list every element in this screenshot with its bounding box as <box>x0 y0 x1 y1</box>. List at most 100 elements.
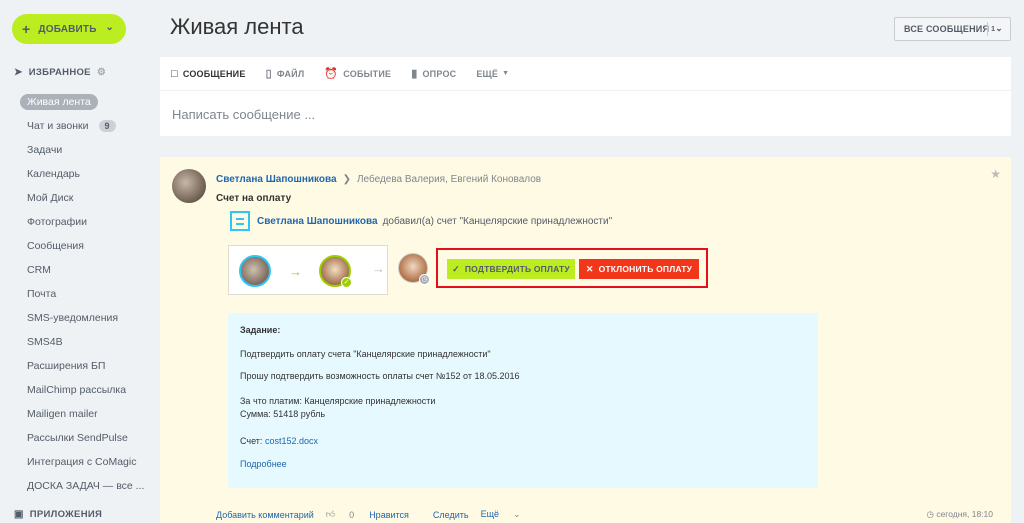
divider <box>987 22 988 36</box>
more-link[interactable]: Подробнее <box>240 459 287 469</box>
tab-message[interactable]: □ СООБЩЕНИЕ <box>171 68 246 80</box>
composer: □ СООБЩЕНИЕ ▯ ФАЙЛ ⏰ СОБЫТИЕ ▮ ОПРОС ЕЩЁ ▼ На… <box>160 57 1011 136</box>
chevron-right-icon: ❯ <box>342 174 351 185</box>
approve-label: ПОДТВЕРДИТЬ ОПЛАТУ <box>464 264 570 274</box>
sidebar-item-sms4b[interactable]: SMS4B <box>20 330 144 354</box>
filter-dropdown[interactable]: ВСЕ СООБЩЕНИЯ 1 ⌄ <box>894 17 1011 41</box>
avatar[interactable] <box>172 169 206 203</box>
arrow-right-icon: → <box>289 264 302 279</box>
tab-poll[interactable]: ▮ ОПРОС <box>411 67 456 80</box>
post-author-link[interactable]: Светлана Шапошникова <box>216 174 337 185</box>
message-icon: □ <box>171 67 178 80</box>
tab-label: ФАЙЛ <box>276 68 305 79</box>
task-line: Сумма: 51418 рубль <box>240 409 326 419</box>
poll-icon: ▮ <box>411 68 418 80</box>
reject-label: ОТКЛОНИТЬ ОПЛАТУ <box>598 264 693 274</box>
avatar[interactable]: ✓ <box>319 255 352 288</box>
post-title: Счет на оплату <box>216 193 292 204</box>
pin-icon: ➤ <box>14 67 23 78</box>
like-label: Нравится <box>369 509 409 520</box>
sidebar-item-tasks[interactable]: Задачи <box>20 138 144 162</box>
sidebar-item-label: Интеграция с CoMagic <box>27 456 137 468</box>
gear-icon[interactable]: ⚙ <box>97 67 106 78</box>
tab-more[interactable]: ЕЩЁ ▼ <box>476 69 509 79</box>
file-icon: ▯ <box>265 68 272 80</box>
plus-icon: + <box>22 21 31 37</box>
favorites-label: ИЗБРАННОЕ <box>28 67 91 78</box>
sidebar-item-label: Mailigen mailer <box>27 408 98 420</box>
invoice-icon <box>230 211 250 231</box>
sidebar-item-chat[interactable]: Чат и звонки 9 <box>20 114 144 138</box>
sidebar: + ДОБАВИТЬ ⌄ ➤ ИЗБРАННОЕ ⚙ Живая лента Ч… <box>0 0 150 523</box>
more-label: Ещё <box>480 509 499 519</box>
feed-post: ★ Светлана Шапошникова ❯ Лебедева Валери… <box>160 157 1011 523</box>
add-comment-link[interactable]: Добавить комментарий <box>216 510 314 520</box>
alarm-icon: ⏰ <box>324 68 339 80</box>
tab-label: СООБЩЕНИЕ <box>182 68 246 79</box>
favorites-header[interactable]: ➤ ИЗБРАННОЕ ⚙ <box>14 67 106 78</box>
like-button[interactable]: 👍︎ 0 Нравится <box>326 509 421 520</box>
sidebar-item-label: SMS4B <box>27 336 63 348</box>
post-footer: Добавить комментарий 👍︎ 0 Нравится Следи… <box>216 509 545 520</box>
check-icon: ✓ <box>452 263 460 274</box>
sidebar-item-crm[interactable]: CRM <box>20 258 144 282</box>
sidebar-item-label: Почта <box>27 288 57 300</box>
arrow-right-icon: → <box>372 261 385 276</box>
filter-label: ВСЕ СООБЩЕНИЯ <box>904 24 990 34</box>
post-date: ◷ сегодня, 18:10 <box>927 509 993 520</box>
chevron-down-icon: ⌄ <box>512 509 521 519</box>
invoice-file-link[interactable]: cost152.docx <box>265 436 318 446</box>
tab-label: ОПРОС <box>422 68 457 79</box>
chat-counter-badge: 9 <box>98 120 116 132</box>
reject-payment-button[interactable]: ✕ ОТКЛОНИТЬ ОПЛАТУ <box>579 259 699 279</box>
apps-label: ПРИЛОЖЕНИЯ <box>29 509 103 520</box>
tab-file[interactable]: ▯ ФАЙЛ <box>266 67 305 80</box>
sidebar-item-sms[interactable]: SMS-уведомления <box>20 306 144 330</box>
task-line: Прошу подтвердить возможность оплаты сче… <box>240 371 520 381</box>
sidebar-item-label: Чат и звонки <box>27 120 89 132</box>
add-button[interactable]: + ДОБАВИТЬ ⌄ <box>12 14 126 44</box>
sidebar-item-label: Задачи <box>27 144 63 156</box>
sidebar-item-mail[interactable]: Почта <box>20 282 144 306</box>
sidebar-item-bp-extensions[interactable]: Расширения БП <box>20 354 144 378</box>
sidebar-item-label: Рассылки SendPulse <box>27 432 128 444</box>
apps-header[interactable]: ▣ ПРИЛОЖЕНИЯ <box>14 509 102 520</box>
post-header: Светлана Шапошникова ❯ Лебедева Валерия,… <box>216 174 541 185</box>
message-input[interactable]: Написать сообщение ... <box>172 107 315 122</box>
tab-label: ЕЩЁ <box>476 68 499 79</box>
invoice-label: Счет: <box>240 436 263 446</box>
composer-tabs: □ СООБЩЕНИЕ ▯ ФАЙЛ ⏰ СОБЫТИЕ ▮ ОПРОС ЕЩЁ ▼ <box>160 57 1011 91</box>
chevron-down-icon: ⌄ <box>995 23 1003 33</box>
star-icon[interactable]: ★ <box>990 167 1001 181</box>
thumbs-up-icon: 👍︎ <box>325 509 336 519</box>
chevron-down-icon: ⌄ <box>105 22 114 33</box>
add-button-label: ДОБАВИТЬ <box>38 23 97 35</box>
approval-flow: → ✓ <box>228 245 388 295</box>
invoice-line: Счет: cost152.docx <box>240 436 318 446</box>
post-recipients: Лебедева Валерия, Евгений Коновалов <box>356 174 542 185</box>
sidebar-item-comagic[interactable]: Интеграция с CoMagic <box>20 450 144 474</box>
sidebar-item-label: Сообщения <box>27 240 84 252</box>
tab-event[interactable]: ⏰ СОБЫТИЕ <box>324 67 391 80</box>
task-line: Подтвердить оплату счета "Канцелярские п… <box>240 349 491 359</box>
activity-author-link[interactable]: Светлана Шапошникова <box>257 216 378 227</box>
sidebar-item-photos[interactable]: Фотографии <box>20 210 144 234</box>
sidebar-item-label: Фотографии <box>27 216 88 228</box>
more-menu[interactable]: Ещё ⌄ <box>481 509 533 520</box>
sidebar-item-sendpulse[interactable]: Рассылки SendPulse <box>20 426 144 450</box>
sidebar-item-label: Расширения БП <box>27 360 106 372</box>
sidebar-item-messages[interactable]: Сообщения <box>20 234 144 258</box>
sidebar-item-disk[interactable]: Мой Диск <box>20 186 144 210</box>
sidebar-item-mailchimp[interactable]: MailChimp рассылка <box>20 378 144 402</box>
avatar[interactable] <box>239 255 271 287</box>
task-description: Задание: Подтвердить оплату счета "Канце… <box>228 313 818 488</box>
sidebar-item-live-feed[interactable]: Живая лента <box>20 90 144 114</box>
sidebar-item-calendar[interactable]: Календарь <box>20 162 144 186</box>
approve-payment-button[interactable]: ✓ ПОДТВЕРДИТЬ ОПЛАТУ <box>447 259 575 279</box>
sidebar-item-task-board[interactable]: ДОСКА ЗАДАЧ — все ... <box>20 474 144 498</box>
post-activity: Светлана Шапошникова добавил(а) счет "Ка… <box>230 211 612 231</box>
sidebar-item-mailigen[interactable]: Mailigen mailer <box>20 402 144 426</box>
follow-link[interactable]: Следить <box>433 510 469 520</box>
task-heading: Задание: <box>240 325 281 335</box>
avatar[interactable]: ◷ <box>398 253 430 285</box>
